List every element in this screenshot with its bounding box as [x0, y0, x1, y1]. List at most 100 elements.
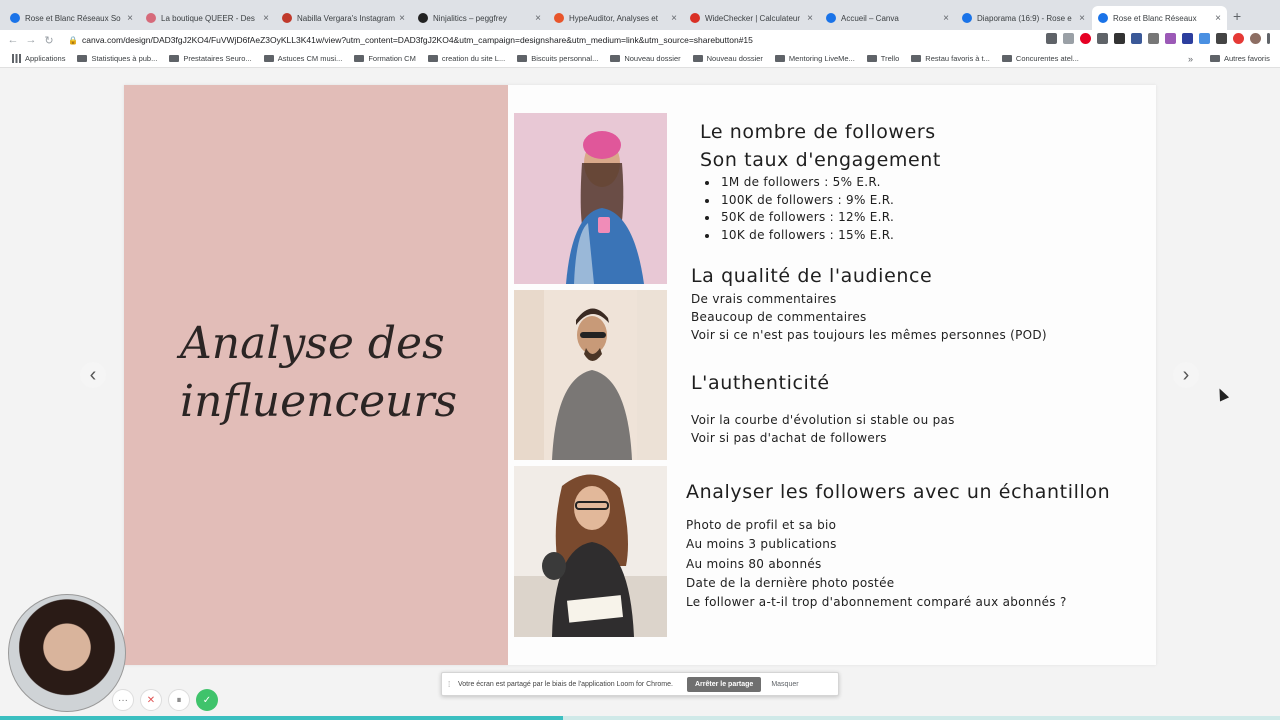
list-item: De vrais commentaires: [691, 292, 837, 306]
bookmark-label: Formation CM: [368, 54, 416, 63]
heading-authenticity: L'authenticité: [691, 372, 830, 394]
menu-icon[interactable]: [1267, 33, 1270, 44]
font-icon[interactable]: [1216, 33, 1227, 44]
more-options-button[interactable]: ···: [112, 689, 134, 711]
list-item: Au moins 80 abonnés: [686, 556, 822, 571]
hide-button[interactable]: Masquer: [771, 681, 798, 688]
webcam-bubble[interactable]: [8, 594, 126, 712]
folder-icon: [354, 55, 365, 62]
bookmark-item[interactable]: creation du site L...: [427, 54, 506, 63]
new-tab-button[interactable]: +: [1233, 8, 1241, 24]
close-tab-icon[interactable]: ×: [671, 13, 677, 24]
tab-title: Ninjalitics – peggfrey: [433, 13, 507, 23]
tab-title: Rose et Blanc Réseaux So: [25, 13, 121, 23]
bookmark-item[interactable]: Concurentes atel...: [1001, 54, 1079, 63]
bookmarks-more-button[interactable]: »: [1188, 54, 1193, 64]
browser-tab[interactable]: Nabilla Vergara's Instagram ×: [276, 6, 411, 30]
tab-title: HypeAuditor, Analyses et: [569, 13, 658, 23]
star-icon[interactable]: [1063, 33, 1074, 44]
browser-tab[interactable]: La boutique QUEER - Des ×: [140, 6, 275, 30]
list-item: 100K de followers : 9% E.R.: [700, 193, 894, 211]
pinterest-icon[interactable]: [1080, 33, 1091, 44]
browser-tab[interactable]: HypeAuditor, Analyses et ×: [548, 6, 683, 30]
heading-audience: La qualité de l'audience: [691, 265, 933, 287]
extension-icon[interactable]: [1182, 33, 1193, 44]
folder-icon: [911, 55, 922, 62]
bookmark-item[interactable]: Nouveau dossier: [610, 54, 681, 63]
bookmark-item[interactable]: Applications: [12, 54, 65, 63]
pause-recording-button[interactable]: ⏸: [168, 689, 190, 711]
tab-favicon-icon: [690, 13, 700, 23]
bookmark-label: Nouveau dossier: [706, 54, 763, 63]
finish-recording-button[interactable]: ✓: [196, 689, 218, 711]
bookmark-label: Statistiques à pub...: [91, 54, 158, 63]
close-tab-icon[interactable]: ×: [1079, 13, 1085, 24]
camera-icon[interactable]: [1046, 33, 1057, 44]
bookmark-item[interactable]: Restau favoris à t...: [911, 54, 990, 63]
bookmark-item[interactable]: Statistiques à pub...: [77, 54, 157, 63]
close-tab-icon[interactable]: ×: [807, 13, 813, 24]
bookmark-label: creation du site L...: [441, 54, 506, 63]
extension-icon[interactable]: [1199, 33, 1210, 44]
bookmark-label: Astuces CM musi...: [277, 54, 343, 63]
browser-tab[interactable]: Ninjalitics – peggfrey ×: [412, 6, 547, 30]
browser-tab[interactable]: Accueil – Canva ×: [820, 6, 955, 30]
list-item: Le follower a-t-il trop d'abonnement com…: [686, 595, 1067, 610]
list-item: Voir si pas d'achat de followers: [691, 430, 887, 445]
close-tab-icon[interactable]: ×: [535, 13, 541, 24]
glasses-icon[interactable]: [1114, 33, 1125, 44]
audience-lines: De vrais commentaires Beaucoup de commen…: [691, 291, 1047, 344]
facebook-icon[interactable]: [1131, 33, 1142, 44]
grid-icon[interactable]: [1148, 33, 1159, 44]
bookmark-item[interactable]: Trello: [866, 54, 899, 63]
back-icon[interactable]: ←: [4, 34, 22, 46]
bookmark-label: Prestataires Seuro...: [183, 54, 252, 63]
bookmark-label: Nouveau dossier: [624, 54, 681, 63]
list-item: Voir si ce n'est pas toujours les mêmes …: [691, 327, 1047, 342]
tab-title: Diaporama (16:9) - Rose e: [977, 13, 1072, 23]
bookmark-item[interactable]: Nouveau dossier: [692, 54, 763, 63]
authenticity-lines: Voir la courbe d'évolution si stable ou …: [691, 412, 955, 448]
next-slide-button[interactable]: ›: [1173, 362, 1199, 388]
tab-favicon-icon: [146, 13, 156, 23]
close-tab-icon[interactable]: ×: [943, 13, 949, 24]
bookmark-item[interactable]: Astuces CM musi...: [263, 54, 343, 63]
folder-icon: [77, 55, 88, 62]
url-field[interactable]: canva.com/design/DAD3fgJ2KO4/FuVWjD6fAeZ…: [82, 35, 753, 45]
slide-title: Analyse des influenceurs: [180, 318, 458, 427]
bookmark-item[interactable]: Prestataires Seuro...: [169, 54, 252, 63]
profile-icon[interactable]: [1250, 33, 1261, 44]
close-tab-icon[interactable]: ×: [263, 13, 269, 24]
photo-woman-phone: [514, 113, 667, 284]
browser-tab[interactable]: Rose et Blanc Réseaux ×: [1092, 6, 1227, 30]
chevron-right-icon: ›: [1182, 363, 1190, 386]
prev-slide-button[interactable]: ‹: [80, 362, 106, 388]
list-item: Au moins 3 publications: [686, 537, 837, 552]
other-bookmarks[interactable]: Autres favoris: [1210, 54, 1270, 63]
close-tab-icon[interactable]: ×: [1215, 13, 1221, 24]
list-item: 1M de followers : 5% E.R.: [700, 175, 894, 193]
photo-woman-laughing: [514, 466, 667, 637]
browser-tab[interactable]: WideChecker | Calculateur ×: [684, 6, 819, 30]
tab-favicon-icon: [826, 13, 836, 23]
screen-share-notification: ⁞ Votre écran est partagé par le biais d…: [441, 672, 839, 696]
extension-icon[interactable]: [1165, 33, 1176, 44]
folder-icon: [517, 55, 528, 62]
forward-icon[interactable]: →: [22, 34, 40, 46]
tab-favicon-icon: [418, 13, 428, 23]
bookmark-item[interactable]: Formation CM: [354, 54, 416, 63]
browser-tab[interactable]: Rose et Blanc Réseaux So ×: [4, 6, 139, 30]
drag-handle-icon[interactable]: ⁞: [448, 680, 454, 689]
extension-toolbar: [1046, 33, 1270, 44]
close-tab-icon[interactable]: ×: [127, 13, 133, 24]
browser-tab[interactable]: Diaporama (16:9) - Rose e ×: [956, 6, 1091, 30]
bookmark-label: Concurentes atel...: [1015, 54, 1079, 63]
extension-icon[interactable]: [1233, 33, 1244, 44]
bookmark-item[interactable]: Mentoring LiveMe...: [774, 54, 855, 63]
extension-icon[interactable]: [1097, 33, 1108, 44]
bookmark-item[interactable]: Biscuits personnal...: [517, 54, 598, 63]
close-tab-icon[interactable]: ×: [399, 13, 405, 24]
cancel-recording-button[interactable]: ✕: [140, 689, 162, 711]
stop-sharing-button[interactable]: Arrêter le partage: [686, 676, 762, 692]
reload-icon[interactable]: ↻: [40, 34, 58, 47]
